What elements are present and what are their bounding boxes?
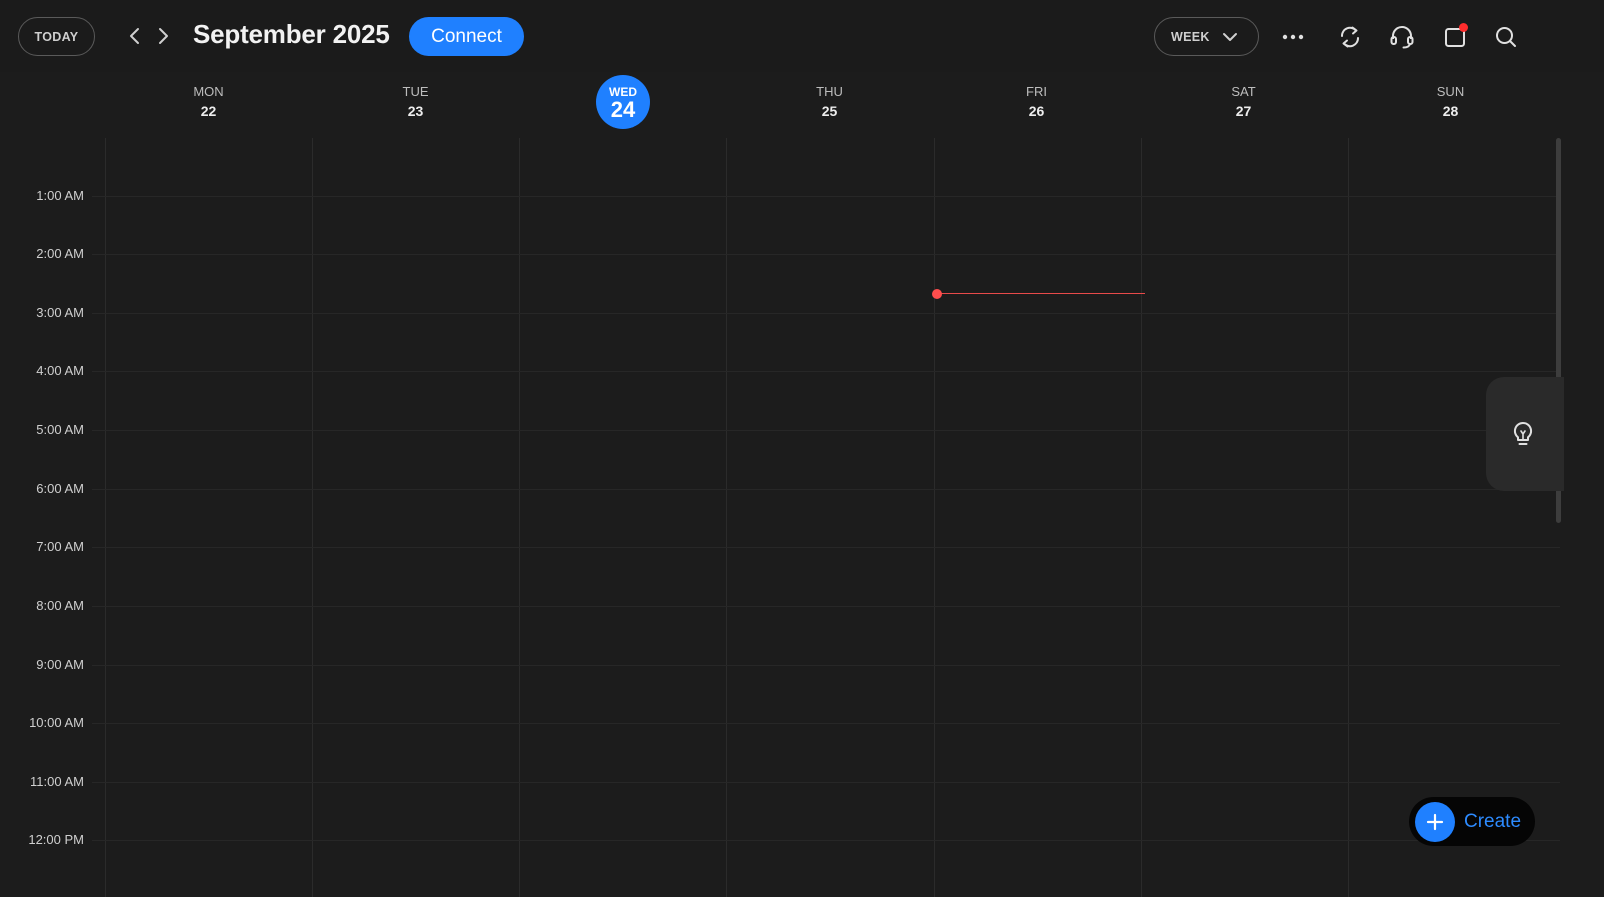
chevron-down-icon bbox=[1222, 32, 1237, 41]
month-title: September 2025 bbox=[193, 19, 390, 49]
day-number: 27 bbox=[1235, 103, 1252, 119]
day-name: FRI bbox=[1026, 84, 1047, 99]
support-button[interactable] bbox=[1387, 22, 1417, 52]
create-event-button[interactable]: Create bbox=[1409, 797, 1535, 846]
day-column-divider bbox=[519, 138, 520, 897]
hour-line bbox=[92, 489, 1560, 490]
day-name: SAT bbox=[1231, 84, 1256, 99]
day-header-thu[interactable]: THU 25 bbox=[726, 84, 933, 122]
sync-icon bbox=[1340, 26, 1360, 48]
day-header-sun[interactable]: SUN 28 bbox=[1347, 84, 1554, 122]
hour-line bbox=[92, 430, 1560, 431]
day-number: 23 bbox=[407, 103, 424, 119]
day-number: 28 bbox=[1442, 103, 1459, 119]
time-label: 6:00 AM bbox=[36, 481, 84, 496]
day-column-divider bbox=[726, 138, 727, 897]
time-label: 12:00 PM bbox=[28, 832, 84, 847]
hour-line bbox=[92, 371, 1560, 372]
time-label: 10:00 AM bbox=[29, 715, 84, 730]
hour-line bbox=[92, 840, 1560, 841]
time-label: 2:00 AM bbox=[36, 246, 84, 261]
current-time-line bbox=[937, 293, 1145, 294]
day-header-fri[interactable]: FRI 26 bbox=[933, 84, 1140, 122]
current-time-dot bbox=[932, 289, 942, 299]
week-grid[interactable]: 1:00 AM 2:00 AM 3:00 AM 4:00 AM 5:00 AM … bbox=[0, 138, 1560, 897]
create-label: Create bbox=[1464, 810, 1522, 832]
hour-line bbox=[92, 723, 1560, 724]
next-week-button[interactable] bbox=[152, 25, 174, 47]
time-label: 3:00 AM bbox=[36, 305, 84, 320]
day-header-mon[interactable]: MON 22 bbox=[105, 84, 312, 122]
hour-line bbox=[92, 254, 1560, 255]
day-column-divider bbox=[312, 138, 313, 897]
connect-button[interactable]: Connect bbox=[409, 17, 524, 56]
headset-icon bbox=[1390, 26, 1414, 49]
day-number: 24 bbox=[610, 97, 636, 122]
search-button[interactable] bbox=[1491, 22, 1521, 52]
day-column-divider bbox=[105, 138, 106, 897]
hour-line bbox=[92, 606, 1560, 607]
time-label: 4:00 AM bbox=[36, 363, 84, 378]
time-label: 1:00 AM bbox=[36, 188, 84, 203]
day-number: 26 bbox=[1028, 103, 1045, 119]
plus-icon bbox=[1415, 801, 1455, 842]
tips-panel-toggle[interactable] bbox=[1486, 377, 1564, 491]
sync-button[interactable] bbox=[1335, 22, 1365, 52]
time-label: 9:00 AM bbox=[36, 657, 84, 672]
lightbulb-icon bbox=[1513, 421, 1533, 445]
chevron-left-icon bbox=[130, 28, 139, 44]
time-label: 7:00 AM bbox=[36, 539, 84, 554]
day-number: 22 bbox=[200, 103, 217, 119]
today-button[interactable]: TODAY bbox=[18, 17, 95, 56]
search-icon bbox=[1496, 27, 1516, 47]
day-header-wed-today[interactable]: WED 24 bbox=[596, 75, 650, 129]
hour-line bbox=[92, 313, 1560, 314]
day-name: TUE bbox=[402, 84, 429, 99]
day-header-sat[interactable]: SAT 27 bbox=[1140, 84, 1347, 122]
view-selector-label: WEEK bbox=[1171, 29, 1210, 44]
time-label: 8:00 AM bbox=[36, 598, 84, 613]
day-name: MON bbox=[193, 84, 224, 99]
hour-line bbox=[92, 196, 1560, 197]
more-options-button[interactable] bbox=[1278, 22, 1308, 52]
previous-week-button[interactable] bbox=[124, 25, 146, 47]
day-name: THU bbox=[816, 84, 843, 99]
notification-badge bbox=[1459, 23, 1468, 32]
day-column-divider bbox=[1348, 138, 1349, 897]
hour-line bbox=[92, 782, 1560, 783]
view-selector[interactable]: WEEK bbox=[1154, 17, 1259, 56]
hour-line bbox=[92, 547, 1560, 548]
day-column-divider bbox=[934, 138, 935, 897]
more-horizontal-icon bbox=[1282, 34, 1304, 40]
day-column-divider bbox=[1141, 138, 1142, 897]
day-name: SUN bbox=[1436, 84, 1465, 99]
time-label: 5:00 AM bbox=[36, 422, 84, 437]
time-label: 11:00 AM bbox=[30, 774, 84, 789]
day-header-tue[interactable]: TUE 23 bbox=[312, 84, 519, 122]
chevron-right-icon bbox=[159, 28, 168, 44]
hour-line bbox=[92, 665, 1560, 666]
calendar-toolbar: TODAY September 2025 Connect WEEK bbox=[0, 0, 1604, 72]
notifications-button[interactable] bbox=[1440, 22, 1470, 52]
day-number: 25 bbox=[821, 103, 838, 119]
